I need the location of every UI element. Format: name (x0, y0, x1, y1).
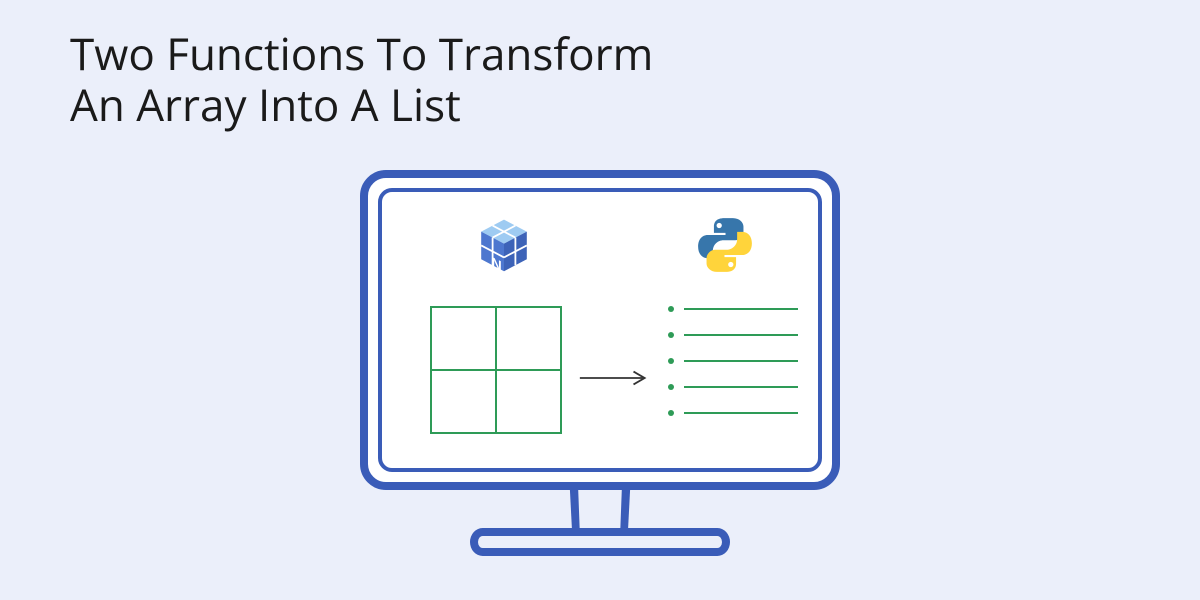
bullet-icon (668, 332, 674, 338)
list-item (668, 358, 798, 364)
bullet-icon (668, 410, 674, 416)
monitor-stand-neck (570, 488, 630, 533)
array-grid (430, 306, 562, 434)
list-item (668, 410, 798, 416)
grid-2x2 (430, 306, 562, 434)
monitor-illustration: N (360, 170, 840, 556)
list-line (684, 308, 798, 310)
bullet-icon (668, 306, 674, 312)
title-line-2: An Array Into A List (70, 74, 461, 134)
arrow-right-icon (578, 368, 652, 388)
list-line (684, 412, 798, 414)
list-item (668, 306, 798, 312)
python-icon (696, 216, 754, 274)
list-line (684, 334, 798, 336)
numpy-icon: N (474, 216, 534, 276)
bullet-icon (668, 384, 674, 390)
list-line (684, 360, 798, 362)
page-title: Two Functions To Transform An Array Into… (70, 28, 653, 129)
bulleted-list (668, 306, 798, 416)
monitor-screen: N (360, 170, 840, 490)
list-item (668, 332, 798, 338)
list-line (684, 386, 798, 388)
list-item (668, 384, 798, 390)
bullet-icon (668, 358, 674, 364)
